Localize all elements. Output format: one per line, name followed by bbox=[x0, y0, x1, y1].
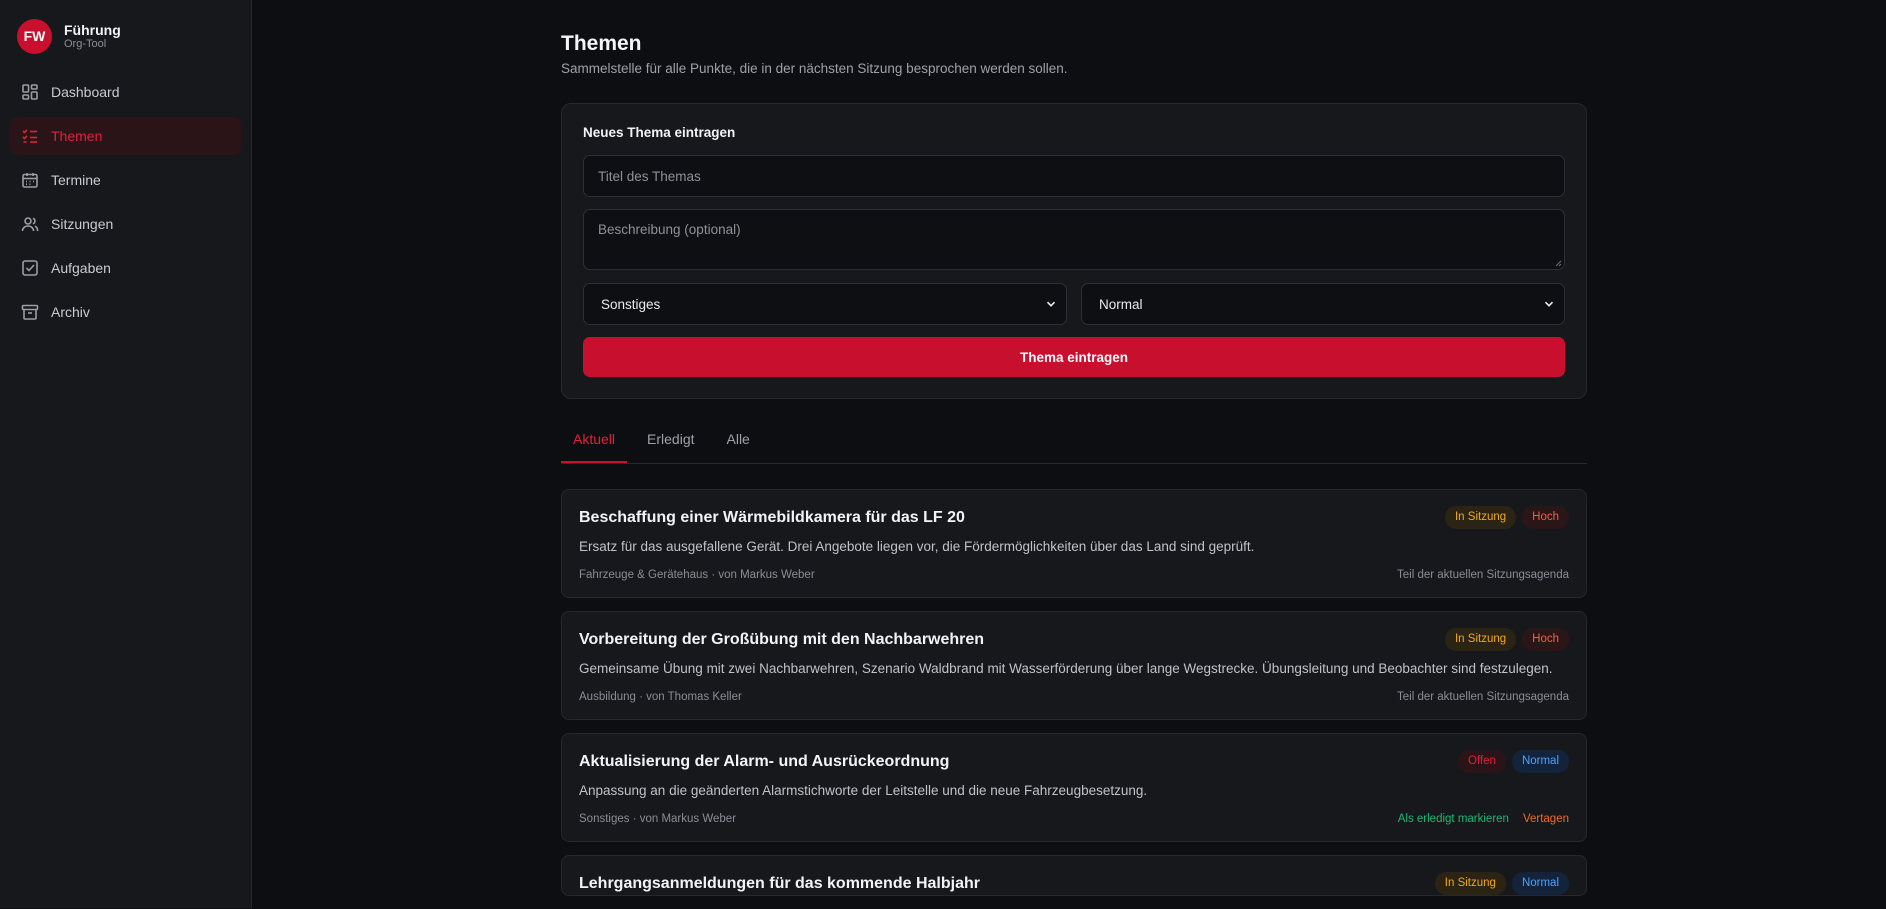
archive-icon bbox=[21, 303, 51, 321]
mark-done-link[interactable]: Als erledigt markieren bbox=[1398, 812, 1509, 827]
topic-title-input[interactable]: Titel des Themas bbox=[583, 155, 1565, 197]
tab-erledigt[interactable]: Erledigt bbox=[635, 424, 706, 463]
priority-badge: Hoch bbox=[1522, 506, 1569, 529]
form-heading: Neues Thema eintragen bbox=[583, 125, 736, 140]
topic-description: Anpassung an die geänderten Alarmstichwo… bbox=[579, 783, 1148, 798]
sidebar-item-label: Dashboard bbox=[51, 84, 120, 100]
topic-description-textarea[interactable]: Beschreibung (optional) bbox=[583, 209, 1565, 270]
resize-handle-icon[interactable] bbox=[1554, 259, 1562, 267]
category-select[interactable]: Sonstiges bbox=[583, 283, 1067, 325]
sidebar-item-label: Themen bbox=[51, 128, 103, 144]
chevron-down-icon bbox=[1046, 301, 1056, 307]
textarea-placeholder: Beschreibung (optional) bbox=[598, 222, 741, 237]
topic-description: Gemeinsame Übung mit zwei Nachbarwehren,… bbox=[579, 661, 1553, 676]
main-content: Themen Sammelstelle für alle Punkte, die… bbox=[561, 0, 1587, 909]
new-topic-form: Neues Thema eintragen Titel des Themas B… bbox=[561, 103, 1587, 399]
calendar-icon bbox=[21, 171, 51, 189]
topic-card[interactable]: Vorbereitung der Großübung mit den Nachb… bbox=[561, 611, 1587, 720]
sidebar-item-label: Termine bbox=[51, 172, 101, 188]
brand: FW Führung Org-Tool bbox=[0, 0, 251, 55]
list-check-icon bbox=[21, 127, 51, 145]
status-badge: In Sitzung bbox=[1444, 628, 1517, 651]
page-subtitle: Sammelstelle für alle Punkte, die in der… bbox=[561, 61, 1068, 76]
status-badge: In Sitzung bbox=[1434, 872, 1506, 895]
postpone-link[interactable]: Vertagen bbox=[1523, 812, 1569, 827]
brand-subtitle: Org-Tool bbox=[64, 37, 107, 50]
priority-select[interactable]: Normal bbox=[1081, 283, 1565, 325]
agenda-note: Teil der aktuellen Sitzungsagenda bbox=[1397, 691, 1569, 703]
sidebar: FW Führung Org-Tool Dashboard Themen Ter… bbox=[0, 0, 252, 908]
sidebar-item-termine[interactable]: Termine bbox=[10, 161, 241, 199]
sidebar-item-archiv[interactable]: Archiv bbox=[10, 293, 241, 331]
agenda-note: Teil der aktuellen Sitzungsagenda bbox=[1397, 569, 1569, 581]
priority-badge: Hoch bbox=[1522, 628, 1569, 651]
topic-title: Vorbereitung der Großübung mit den Nachb… bbox=[579, 631, 985, 648]
priority-badge: Normal bbox=[1511, 750, 1569, 773]
dashboard-icon bbox=[21, 83, 51, 101]
status-badge: Offen bbox=[1458, 750, 1506, 773]
users-icon bbox=[21, 215, 51, 233]
sidebar-item-label: Aufgaben bbox=[51, 260, 111, 276]
brand-title: Führung bbox=[64, 21, 121, 38]
topic-title: Beschaffung einer Wärmebildkamera für da… bbox=[579, 509, 965, 526]
topic-tabs: Aktuell Erledigt Alle bbox=[561, 424, 1587, 464]
brand-logo: FW bbox=[17, 18, 52, 54]
sidebar-nav: Dashboard Themen Termine Sitzungen Aufga… bbox=[0, 73, 251, 331]
topic-title: Aktualisierung der Alarm- und Ausrückeor… bbox=[579, 753, 950, 770]
sidebar-item-aufgaben[interactable]: Aufgaben bbox=[10, 249, 241, 287]
category-select-value: Sonstiges bbox=[601, 296, 661, 312]
sidebar-item-label: Archiv bbox=[51, 304, 90, 320]
submit-topic-button[interactable]: Thema eintragen bbox=[583, 337, 1565, 377]
topic-description: Ersatz für das ausgefallene Gerät. Drei … bbox=[579, 539, 1255, 554]
topic-title: Lehrgangsanmeldungen für das kommende Ha… bbox=[579, 875, 980, 892]
topic-card[interactable]: Aktualisierung der Alarm- und Ausrückeor… bbox=[561, 733, 1587, 842]
sidebar-item-themen[interactable]: Themen bbox=[10, 117, 241, 155]
sidebar-item-sitzungen[interactable]: Sitzungen bbox=[10, 205, 241, 243]
checkbox-icon bbox=[21, 259, 51, 277]
topic-card[interactable]: Beschaffung einer Wärmebildkamera für da… bbox=[561, 489, 1587, 598]
topic-card[interactable]: Lehrgangsanmeldungen für das kommende Ha… bbox=[561, 855, 1587, 896]
priority-badge: Normal bbox=[1511, 872, 1569, 895]
priority-select-value: Normal bbox=[1099, 296, 1143, 312]
tab-alle[interactable]: Alle bbox=[715, 424, 762, 463]
topic-meta: Sonstiges · von Markus Weber bbox=[579, 813, 737, 825]
chevron-down-icon bbox=[1544, 301, 1554, 307]
page-title: Themen bbox=[561, 32, 642, 55]
topic-meta: Fahrzeuge & Gerätehaus · von Markus Webe… bbox=[579, 569, 815, 581]
topic-list: Beschaffung einer Wärmebildkamera für da… bbox=[561, 489, 1587, 896]
tab-aktuell[interactable]: Aktuell bbox=[561, 424, 628, 463]
sidebar-item-label: Sitzungen bbox=[51, 216, 114, 232]
sidebar-item-dashboard[interactable]: Dashboard bbox=[10, 73, 241, 111]
status-badge: In Sitzung bbox=[1444, 506, 1517, 529]
topic-meta: Ausbildung · von Thomas Keller bbox=[579, 691, 742, 703]
